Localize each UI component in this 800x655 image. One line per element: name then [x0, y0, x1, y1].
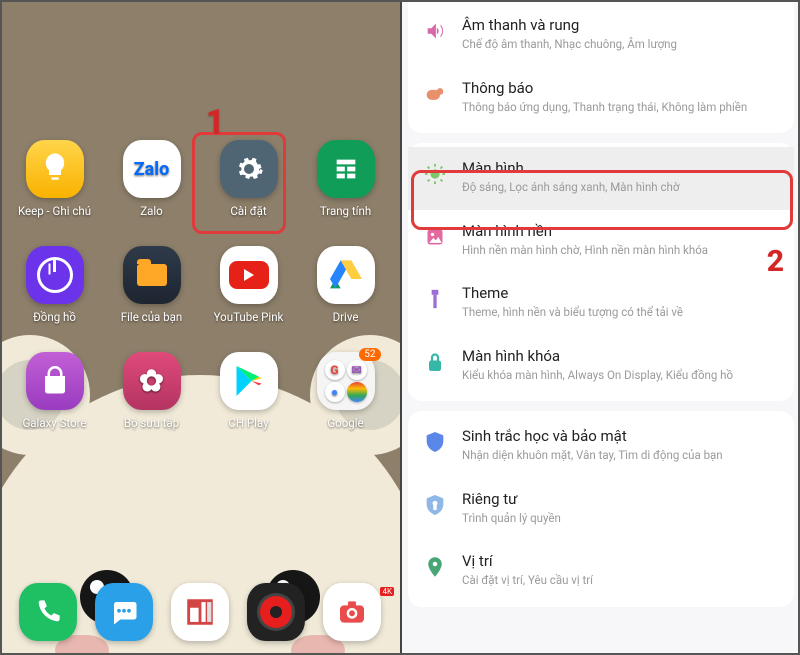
zalo-icon: Zalo — [123, 140, 181, 198]
highlight-box-display-row — [411, 170, 793, 230]
bag-icon — [26, 352, 84, 410]
app-zalo[interactable]: Zalo Zalo — [109, 140, 195, 218]
drive-icon — [317, 246, 375, 304]
app-label: Bộ sưu tập — [124, 416, 179, 430]
app-label: File của bạn — [121, 310, 182, 324]
app-label: Galaxy Store — [22, 416, 86, 430]
app-label: Trang tính — [320, 204, 371, 218]
clock-icon — [26, 246, 84, 304]
app-sheets[interactable]: Trang tính — [303, 140, 389, 218]
app-google-folder[interactable]: 52 G✉● Google — [303, 352, 389, 430]
app-label: Đồng hồ — [33, 310, 76, 324]
sheets-icon — [317, 140, 375, 198]
dock-app3[interactable] — [171, 583, 229, 641]
app-label: Google — [327, 416, 363, 430]
highlight-box-settings-app — [192, 132, 286, 234]
app-gallery[interactable]: ✿ Bộ sưu tập — [109, 352, 195, 430]
app-galaxy-store[interactable]: Galaxy Store — [12, 352, 98, 430]
app-play-store[interactable]: CH Play — [206, 352, 292, 430]
keep-icon — [26, 140, 84, 198]
app-youtube[interactable]: YouTube Pink — [206, 246, 292, 324]
app-label: Keep - Ghi chú — [18, 204, 91, 218]
youtube-icon — [220, 246, 278, 304]
dock-recorder[interactable]: 4K — [247, 583, 305, 641]
dock-camera[interactable] — [323, 583, 381, 641]
app-label: YouTube Pink — [214, 310, 284, 324]
step-marker-2: 2 — [767, 244, 784, 279]
app-clock[interactable]: Đồng hồ — [12, 246, 98, 324]
app-label: Zalo — [140, 204, 163, 218]
app-label: Drive — [333, 310, 359, 324]
dock-messages[interactable] — [95, 583, 153, 641]
dock-phone[interactable] — [19, 583, 77, 641]
play-store-icon — [220, 352, 278, 410]
dock: 4K — [0, 583, 400, 641]
app-files[interactable]: File của bạn — [109, 246, 195, 324]
notification-badge: 52 — [359, 348, 380, 361]
step-marker-1: 1 — [206, 102, 224, 140]
folder-icon — [123, 246, 181, 304]
flower-icon: ✿ — [123, 352, 181, 410]
app-drive[interactable]: Drive — [303, 246, 389, 324]
app-keep[interactable]: Keep - Ghi chú — [12, 140, 98, 218]
app-label: CH Play — [228, 416, 268, 430]
